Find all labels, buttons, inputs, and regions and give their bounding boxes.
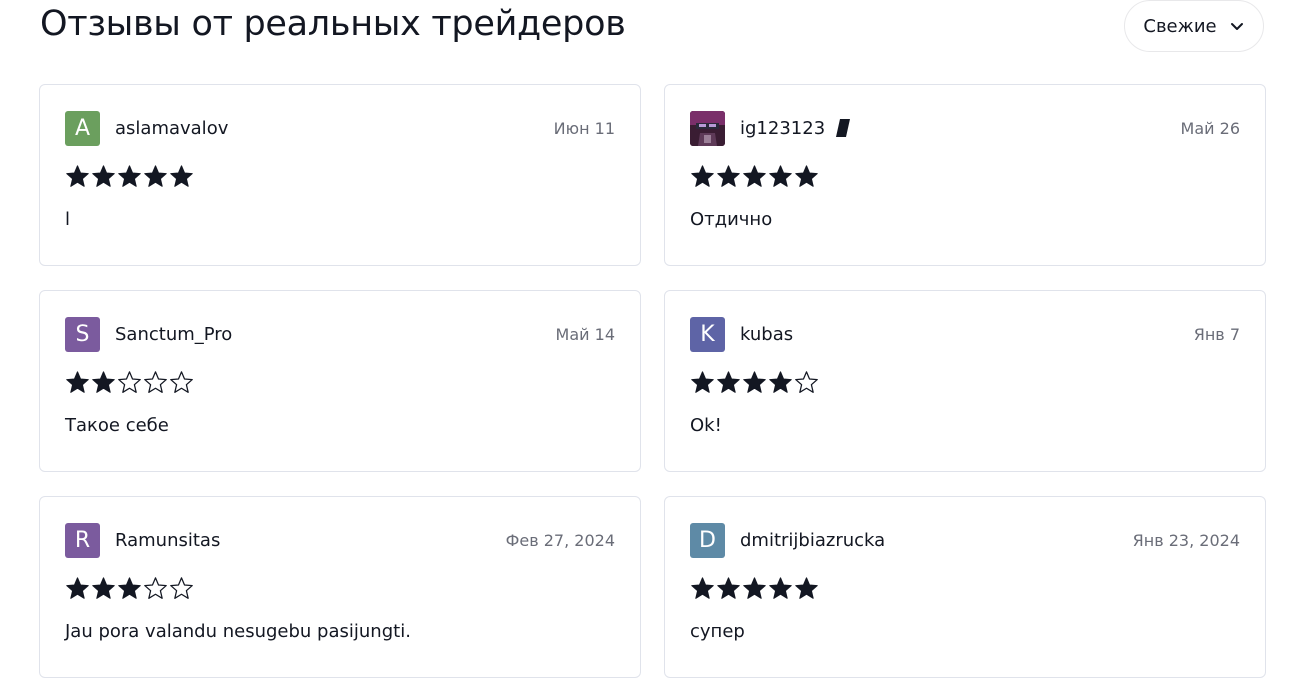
star-filled-icon: [691, 577, 714, 599]
pro-badge-icon: [836, 119, 851, 137]
username-link[interactable]: dmitrijbiazrucka: [740, 530, 885, 551]
star-rating: [65, 576, 194, 601]
user-photo-icon: [690, 110, 725, 146]
avatar[interactable]: [690, 110, 725, 146]
review-date: Май 14: [555, 324, 615, 344]
star-empty-icon: [170, 577, 193, 599]
review-card: K kubas Янв 7 Ok!: [664, 290, 1266, 472]
review-text: Такое себе: [65, 415, 169, 436]
review-text: Ok!: [690, 415, 722, 436]
star-filled-icon: [717, 577, 740, 599]
star-filled-icon: [66, 165, 89, 187]
star-filled-icon: [66, 371, 89, 393]
star-filled-icon: [118, 165, 141, 187]
review-date: Май 26: [1180, 118, 1240, 138]
star-filled-icon: [691, 165, 714, 187]
review-text: Jau pora valandu nesugebu pasijungti.: [65, 621, 411, 642]
username-link[interactable]: ig123123: [740, 118, 825, 139]
star-filled-icon: [66, 577, 89, 599]
star-empty-icon: [118, 371, 141, 393]
username-link[interactable]: aslamavalov: [115, 118, 228, 139]
star-filled-icon: [743, 371, 766, 393]
star-filled-icon: [743, 165, 766, 187]
star-empty-icon: [144, 371, 167, 393]
review-text: l: [65, 209, 71, 230]
review-card: D dmitrijbiazrucka Янв 23, 2024 супер: [664, 496, 1266, 678]
star-filled-icon: [170, 165, 193, 187]
star-rating: [690, 164, 819, 189]
review-card: S Sanctum_Pro Май 14 Такое себе: [39, 290, 641, 472]
review-card: A aslamavalov Июн 11 l: [39, 84, 641, 266]
chevron-down-icon: [1230, 23, 1243, 30]
star-empty-icon: [170, 371, 193, 393]
reviews-page: Отзывы от реальных трейдеров Свежие A as…: [0, 0, 1294, 688]
page-title: Отзывы от реальных трейдеров: [40, 4, 626, 44]
star-empty-icon: [144, 577, 167, 599]
username-link[interactable]: kubas: [740, 324, 793, 345]
star-filled-icon: [795, 577, 818, 599]
star-filled-icon: [769, 165, 792, 187]
star-filled-icon: [795, 165, 818, 187]
star-filled-icon: [691, 371, 714, 393]
review-text: супер: [690, 621, 745, 642]
star-filled-icon: [118, 577, 141, 599]
star-rating: [65, 370, 194, 395]
star-filled-icon: [144, 165, 167, 187]
star-rating: [65, 164, 194, 189]
review-date: Янв 23, 2024: [1132, 530, 1240, 550]
avatar[interactable]: K: [690, 316, 725, 352]
avatar[interactable]: S: [65, 316, 100, 352]
review-date: Фев 27, 2024: [505, 530, 615, 550]
star-empty-icon: [795, 371, 818, 393]
star-filled-icon: [92, 577, 115, 599]
review-text: Отдично: [690, 209, 773, 230]
star-rating: [690, 576, 819, 601]
avatar[interactable]: A: [65, 110, 100, 146]
username-link[interactable]: Ramunsitas: [115, 530, 220, 551]
star-filled-icon: [717, 371, 740, 393]
review-card: ig123123 Май 26 Отдично: [664, 84, 1266, 266]
star-filled-icon: [717, 165, 740, 187]
star-filled-icon: [769, 371, 792, 393]
star-filled-icon: [92, 165, 115, 187]
star-rating: [690, 370, 819, 395]
review-card: R Ramunsitas Фев 27, 2024 Jau pora valan…: [39, 496, 641, 678]
sort-label: Свежие: [1143, 15, 1217, 37]
star-filled-icon: [769, 577, 792, 599]
sort-dropdown-button[interactable]: Свежие: [1124, 0, 1264, 52]
star-filled-icon: [743, 577, 766, 599]
username-link[interactable]: Sanctum_Pro: [115, 324, 232, 345]
avatar[interactable]: R: [65, 522, 100, 558]
review-date: Янв 7: [1193, 324, 1240, 344]
review-date: Июн 11: [553, 118, 615, 138]
avatar[interactable]: D: [690, 522, 725, 558]
star-filled-icon: [92, 371, 115, 393]
